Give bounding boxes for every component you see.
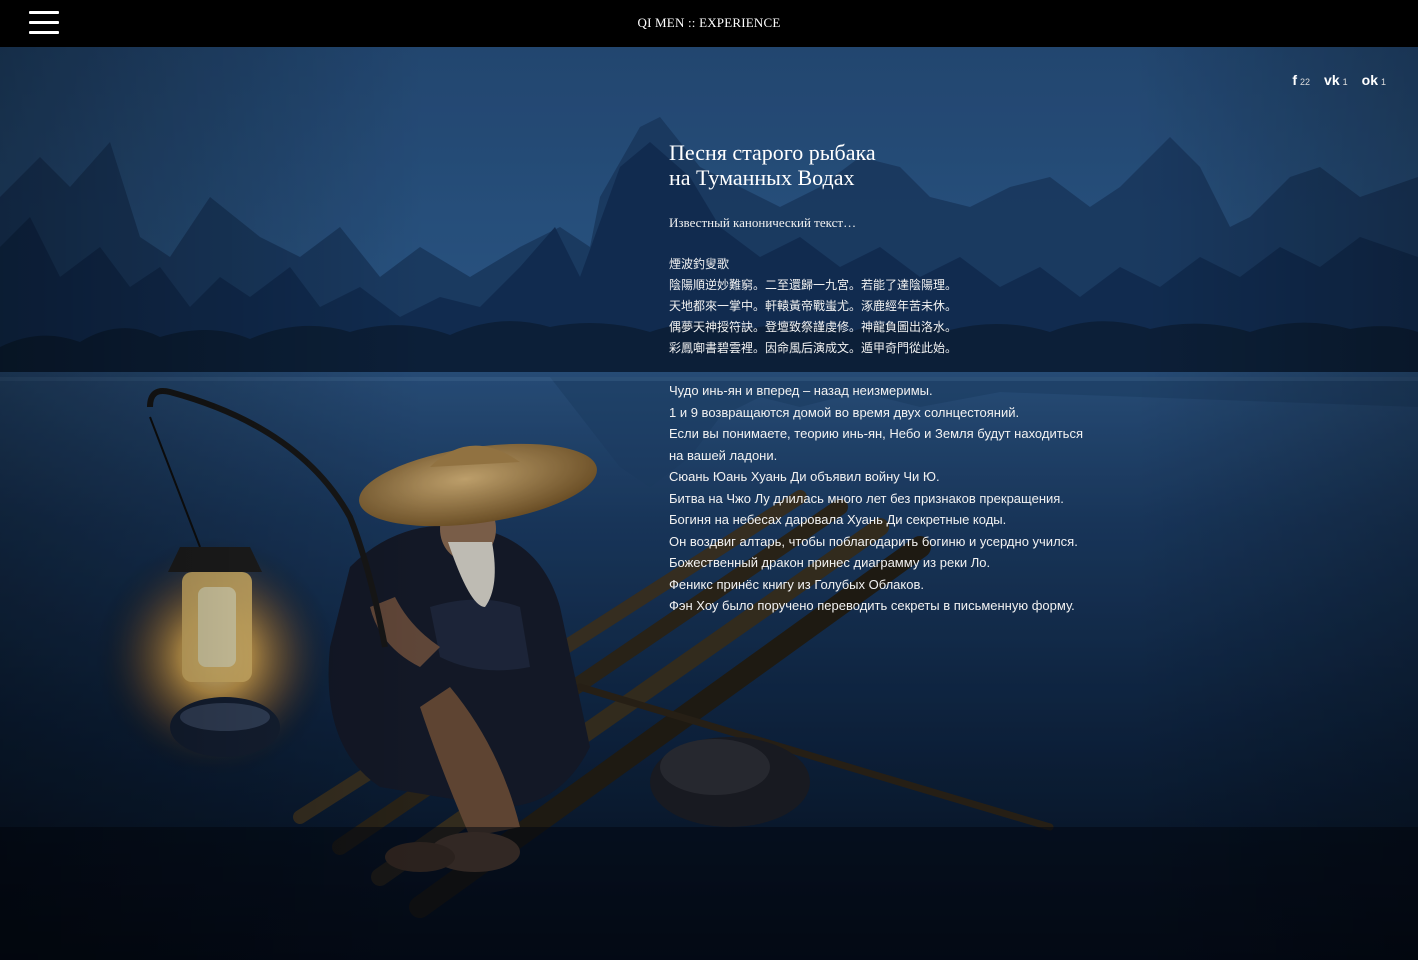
share-facebook[interactable]: f 22 (1292, 73, 1310, 87)
menu-bar-bottom (29, 31, 59, 34)
odnoklassniki-icon: ok (1361, 72, 1378, 88)
article-title-line: Песня старого рыбака (669, 140, 876, 165)
translation-line: на вашей ладони. (669, 447, 778, 463)
translation-line: Божественный дракон принес диаграмму из … (669, 555, 991, 570)
share-vk[interactable]: vk 1 (1324, 73, 1348, 87)
chinese-poem-line: 天地都來一掌中。軒轅黃帝戰蚩尤。涿鹿經年苦未休。 (669, 299, 958, 313)
translation-line: Если вы понимаете, теорию инь-ян, Небо и… (669, 426, 1083, 441)
translation-line: Битва на Чжо Лу длилась много лет без пр… (669, 490, 1064, 506)
article: Песня старого рыбака на Туманных Водах И… (669, 140, 1129, 617)
vk-count: 1 (1342, 77, 1348, 87)
article-intro: Известный канонический текст… (669, 215, 857, 230)
chinese-poem-line: 彩鳳啣書碧雲裡。因命風后演成文。遁甲奇門從此始。 (669, 341, 958, 355)
share-odnoklassniki[interactable]: ok 1 (1362, 73, 1386, 87)
article-title-line: на Туманных Водах (669, 165, 855, 190)
facebook-icon: f (1292, 72, 1298, 88)
chinese-poem: 煙波釣叟歌 陰陽順逆妙難窮。二至還歸一九宮。若能了達陰陽理。 天地都來一掌中。軒… (669, 254, 1129, 359)
russian-translation: Чудо инь-ян и вперед – назад неизмеримы.… (669, 380, 1129, 617)
article-title: Песня старого рыбака на Туманных Водах (669, 140, 1129, 190)
translation-line: Богиня на небесах даровала Хуань Ди секр… (669, 512, 1007, 527)
menu-bar-top (29, 11, 59, 14)
site-title[interactable]: QI MEN :: EXPERIENCE (0, 15, 1418, 31)
translation-line: Фэн Хоу было поручено переводить секреты… (669, 598, 1075, 613)
translation-line: 1 и 9 возвращаются домой во время двух с… (669, 404, 1020, 420)
translation-line: Сюань Юань Хуань Ди объявил войну Чи Ю. (669, 469, 940, 484)
chinese-poem-line: 偶夢天神授符訣。登壇致祭謹虔修。神龍負圖出洛水。 (669, 320, 958, 334)
translation-line: Феникс принёс книгу из Голубых Облаков. (669, 576, 924, 592)
translation-line: Он воздвиг алтарь, чтобы поблагодарить б… (669, 533, 1078, 549)
odnoklassniki-count: 1 (1380, 77, 1386, 87)
translation-line: Чудо инь-ян и вперед – назад неизмеримы. (669, 383, 933, 398)
top-navigation-bar: QI MEN :: EXPERIENCE (0, 0, 1418, 47)
vk-icon: vk (1324, 72, 1340, 88)
share-counters: f 22 vk 1 ok 1 (1292, 73, 1386, 87)
chinese-poem-title: 煙波釣叟歌 (669, 257, 730, 271)
chinese-poem-line: 陰陽順逆妙難窮。二至還歸一九宮。若能了達陰陽理。 (669, 278, 958, 292)
facebook-count: 22 (1300, 77, 1311, 87)
